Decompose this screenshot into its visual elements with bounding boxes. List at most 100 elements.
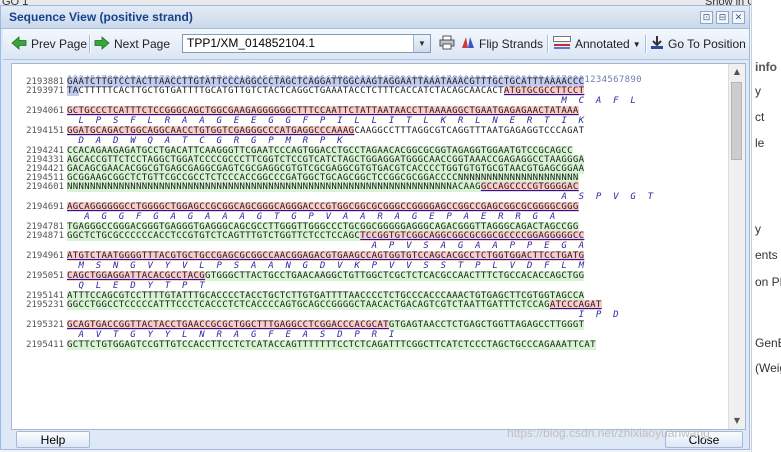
sequence-view-dialog: Sequence View (positive strand) ⊡ ⊟ ✕ Pr… — [0, 5, 750, 450]
dialog-titlebar[interactable]: Sequence View (positive strand) ⊡ ⊟ ✕ — [1, 6, 749, 29]
selected-segment: TA — [67, 86, 79, 96]
scroll-thumb[interactable] — [731, 82, 742, 160]
amino-acid-translation: D A D W Q A T C G R G P M R P K — [67, 136, 343, 146]
position-label: 2194871 — [26, 231, 64, 241]
flip-strands-icon — [461, 36, 475, 52]
amino-acid-translation: Q L E D Y T P T — [67, 281, 205, 291]
exon-segment: ATGTCTAATGGGGTTTACGTGCTGCCGAGCGCGGCCAACG… — [67, 251, 585, 261]
chevron-down-icon[interactable]: ▼ — [413, 35, 430, 52]
position-label: 2195231 — [26, 300, 64, 310]
arrow-right-icon — [94, 35, 110, 53]
scroll-up-icon[interactable]: ▲ — [729, 64, 745, 80]
position-label: 2194691 — [26, 202, 64, 212]
exon-segment: CAGCTGGAGGATTACACGCCTACG — [67, 271, 205, 281]
position-label: 2194961 — [26, 251, 64, 261]
exon-segment: AGCAGGGGGGCCTGGGGCTGGAGCCGCGGCAGCGGGCAGG… — [67, 202, 579, 212]
amino-acid-translation: M C A F L — [67, 96, 637, 106]
nucleotide-sequence[interactable]: GGCTCTGCGCCCCCCACCTCCGTGTCTCAGTTTGTCTGGT… — [67, 231, 585, 241]
vertical-scrollbar[interactable]: ▲ ▼ — [728, 64, 745, 429]
prev-page-label: Prev Page — [31, 37, 88, 51]
toolbar-separator — [645, 35, 647, 53]
amino-acid-translation: I P D — [67, 310, 619, 320]
background-right-item[interactable]: on PM — [755, 275, 781, 289]
amino-acid-translation: A P V S A G A A P P E G A — [67, 241, 585, 251]
next-page-label: Next Page — [114, 37, 171, 51]
background-right-item[interactable]: ct — [755, 110, 764, 124]
position-label: 2194061 — [26, 106, 64, 116]
sequence-panel: 1234567890123456789012345678901234567890… — [11, 63, 746, 430]
flip-strands-label: Flip Strands — [479, 37, 544, 51]
sequence-segment: GTGAGTAACCTCTGAGCTGGTTAGAGCCTTGGGT — [388, 320, 585, 330]
nucleotide-sequence[interactable]: GGCCTGGCCTCCCCCATTTCCCTCACCCTCTCACCCCAGT… — [67, 300, 602, 310]
accession-select[interactable]: TPP1/XM_014852104.1 ▼ — [182, 34, 431, 53]
amino-acid-translation: A V T G Y Y L N R A G F E A S D P R I — [67, 330, 395, 340]
exon-segment: GCCAGCCCCGTGGGGAC — [480, 182, 579, 192]
annotation-icon — [553, 36, 571, 52]
flip-strands-button[interactable]: Flip Strands — [461, 36, 543, 52]
sequence-area[interactable]: 1234567890123456789012345678901234567890… — [12, 64, 730, 429]
dropdown-arrow-icon: ▼ — [632, 39, 641, 49]
background-right-item[interactable]: ents ( — [755, 248, 781, 262]
exon-segment: GCTGCCCTCATTTCTCCGGGCAGCTGGCGAAGAGGGGGGC… — [67, 106, 579, 116]
exon-segment: GCAGTGACCGGTTACTACCTGAACCGCGCTGGCTTTGAGG… — [67, 320, 389, 330]
maximize-icon[interactable]: ⊟ — [716, 11, 729, 24]
position-label: 2194151 — [26, 126, 64, 136]
position-label: 2193971 — [26, 86, 64, 96]
nucleotide-sequence[interactable]: TACTTTTTCACTTGCTGTGATTTTGCATGTTGTCTACTCA… — [67, 86, 585, 96]
toolbar-separator — [89, 35, 91, 53]
position-label: 2195051 — [26, 271, 64, 281]
go-to-position-button[interactable]: Go To Position — [650, 36, 746, 52]
background-right-item[interactable]: le — [755, 136, 764, 150]
sequence-segment: NNNNNNNNNNNNNNNNNNNNNNNNNNNNNNNNNNNNNNNN… — [67, 182, 481, 192]
background-right-panel: info y ct le y ents ( on PM GenB (Weig — [751, 0, 781, 452]
annotated-menu[interactable]: Annotated ▼ — [553, 36, 641, 52]
restore-icon[interactable]: ⊡ — [700, 11, 713, 24]
exon-segment: TCCGGTGTCGGCAGGCGGCGCGGCGCCCCGGAGGGGGCC — [360, 231, 585, 241]
toolbar-separator — [547, 35, 549, 53]
printer-icon — [439, 35, 455, 53]
sequence-segment: GGCTCTGCGCCCCCCACCTCCGTGTCTCAGTTTGTCTGGT… — [67, 231, 361, 241]
position-label: 2195411 — [26, 340, 64, 350]
next-page-button[interactable]: Next Page — [94, 35, 171, 53]
go-to-position-icon — [650, 35, 664, 53]
amino-acid-translation: A S P V G T — [67, 192, 654, 202]
exon-segment: ATCCCAGAT — [549, 300, 602, 310]
sequence-segment: GCTTCTGTGGAGTCCGTTGTCCACCTTCCTCTCATACCAG… — [67, 340, 596, 350]
position-label: 2195321 — [26, 320, 64, 330]
close-icon[interactable]: ✕ — [732, 11, 745, 24]
scroll-down-icon[interactable]: ▼ — [729, 413, 745, 429]
nucleotide-sequence[interactable]: GCTGCCCTCATTTCTCCGGGCAGCTGGCGAAGAGGGGGGC… — [67, 106, 579, 116]
accession-value: TPP1/XM_014852104.1 — [187, 36, 316, 50]
toolbar: Prev Page Next Page TPP1/XM_014852104.1 … — [3, 29, 749, 60]
sequence-segment: GGCCTGGCCTCCCCCATTTCCCTCACCCTCTCACCCCAGT… — [67, 300, 550, 310]
nucleotide-sequence[interactable]: ATGTCTAATGGGGTTTACGTGCTGCCGAGCGCGGCCAACG… — [67, 251, 585, 261]
nucleotide-sequence[interactable]: GCTTCTGTGGAGTCCGTTGTCCACCTTCCTCTCATACCAG… — [67, 340, 596, 350]
nucleotide-sequence[interactable]: CAGCTGGAGGATTACACGCCTACGGTGGGCTTACTGCCTG… — [67, 271, 585, 281]
nucleotide-sequence[interactable]: NNNNNNNNNNNNNNNNNNNNNNNNNNNNNNNNNNNNNNNN… — [67, 182, 579, 192]
nucleotide-sequence[interactable]: GGATGCAGACTGGCAGGCAACCTGTGGTCGAGGGCCCATG… — [67, 126, 585, 136]
go-to-position-label: Go To Position — [668, 37, 746, 51]
nucleotide-sequence[interactable]: GCAGTGACCGGTTACTACCTGAACCGCGCTGGCTTTGAGG… — [67, 320, 585, 330]
watermark: https://blog.csdn.net/zhixiaoyuanwang — [507, 426, 710, 440]
dialog-title: Sequence View (positive strand) — [9, 10, 193, 24]
amino-acid-translation: L P S F L R A A G E E G G F P I L L I T … — [67, 116, 585, 126]
background-right-item[interactable]: y — [755, 222, 761, 236]
exon-segment: ATGTGCGCCTTCCT — [503, 86, 585, 96]
sequence-segment: CTTTTTCACTTGCTGTGATTTTGCATGTTGTCTACTCAGG… — [78, 86, 504, 96]
background-right-item[interactable]: GenB — [755, 336, 781, 350]
exon-segment: GGATGCAGACTGGCAGGCAACCTGTGGTCGAGGGCCCATG… — [67, 126, 355, 136]
background-right-item[interactable]: (Weig — [755, 361, 781, 375]
position-label: 2194601 — [26, 182, 64, 192]
background-right-item: info — [755, 60, 777, 74]
sequence-segment: CAAGGCCTTTAGGCGTCAGGTTTAATGAGAGGTCCCAGAT — [354, 126, 585, 136]
help-button[interactable]: Help — [16, 431, 90, 448]
amino-acid-translation: A G G F G A G A A A G T G P V A A R A G … — [67, 212, 556, 222]
nucleotide-sequence[interactable]: AGCAGGGGGGCCTGGGGCTGGAGCCGCGGCAGCGGGCAGG… — [67, 202, 579, 212]
ruler-row: 1234567890123456789012345678901234567890… — [12, 67, 642, 85]
print-button[interactable] — [439, 35, 459, 53]
annotated-label: Annotated — [575, 37, 630, 51]
prev-page-button[interactable]: Prev Page — [11, 35, 88, 52]
amino-acid-translation: M S N G V Y V L P S A A N G D V K P V V … — [67, 261, 585, 271]
sequence-segment: GTGGGCTTACTGCCTGAACAAGGCTGTTGGCTCGCTCTCA… — [204, 271, 585, 281]
background-right-item[interactable]: y — [755, 84, 761, 98]
